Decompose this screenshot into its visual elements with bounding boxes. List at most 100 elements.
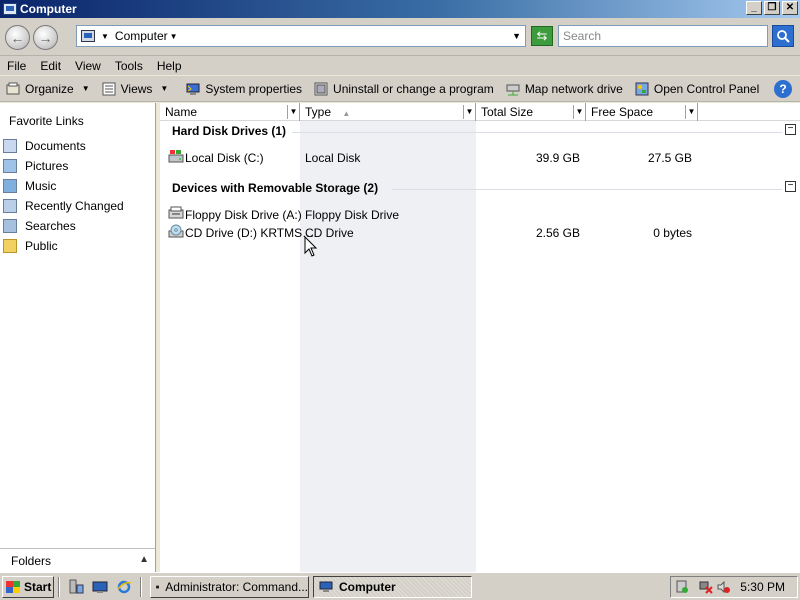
column-header-free-space[interactable]: Free Space ▼ [586,103,698,121]
system-properties-icon [186,83,200,95]
security-shield-icon[interactable] [675,580,689,594]
favorite-link-recently-changed[interactable]: Recently Changed [3,196,124,216]
menu-help[interactable]: Help [150,59,189,73]
open-control-panel-button[interactable]: Open Control Panel [629,78,765,100]
network-drive-icon [506,84,520,95]
map-network-drive-button[interactable]: Map network drive [500,78,629,100]
back-button[interactable]: ← [5,25,30,50]
group-header-removable-storage[interactable]: Devices with Removable Storage (2) [172,181,378,195]
column-header-name[interactable]: Name ▼ [160,103,300,121]
menu-tools[interactable]: Tools [108,59,150,73]
drive-row-local-disk-c[interactable]: Local Disk (C:) Local Disk 39.9 GB 27.5 … [160,149,800,167]
taskbar-button-command-prompt[interactable]: C:\ Administrator: Command... [150,575,309,598]
group-divider [392,189,782,190]
clock[interactable]: 5:30 PM [740,580,785,594]
favorite-link-documents[interactable]: Documents [3,136,124,156]
folders-toggle[interactable]: Folders ▲ [0,548,155,572]
command-prompt-icon: C:\ [156,584,160,588]
menu-view[interactable]: View [68,59,108,73]
taskbar-button-label: Computer [339,579,396,594]
drive-row-floppy-a[interactable]: Floppy Disk Drive (A:) Floppy Disk Drive [160,206,800,224]
documents-icon [3,139,17,153]
computer-icon [81,30,95,42]
search-button[interactable] [772,25,794,47]
internet-explorer-icon[interactable] [116,579,132,595]
favorite-link-searches[interactable]: Searches [3,216,124,236]
quick-launch-separator [140,576,142,597]
computer-icon [319,581,333,592]
drive-name: Floppy Disk Drive (A:) [185,208,302,222]
help-icon: ? [779,82,787,96]
forward-button[interactable]: → [33,25,58,50]
control-panel-label: Open Control Panel [653,81,760,96]
windows-logo-icon [6,580,20,593]
taskbar-button-label: Administrator: Command... [165,579,308,594]
views-button[interactable]: Views ▼ [96,78,175,100]
folders-label: Folders [11,553,52,568]
organize-button[interactable]: Organize ▼ [0,78,96,100]
uninstall-program-button[interactable]: Uninstall or change a program [308,78,500,100]
collapse-group-icon[interactable]: − [785,124,796,135]
favorite-link-music[interactable]: Music [3,176,124,196]
refresh-icon: ⇆ [536,28,548,43]
system-properties-button[interactable]: System properties [180,78,308,100]
search-input[interactable]: Search [558,25,768,47]
favorite-link-label: Public [25,239,58,253]
hard-disk-icon [168,150,184,163]
favorite-links-list: Documents Pictures Music Recently Change… [3,136,124,256]
recently-changed-icon [3,199,17,213]
address-bar[interactable]: ▼ Computer ▼ ▼ [76,25,526,47]
forward-arrow-icon: → [38,29,53,46]
column-filter-dropdown-icon[interactable]: ▼ [573,105,585,119]
address-dropdown-icon[interactable]: ▼ [512,31,521,41]
show-desktop-icon[interactable] [92,579,108,595]
title-bar[interactable]: Computer _ ❐ ✕ [0,0,800,18]
sort-ascending-icon: ▲ [342,109,351,118]
music-icon [3,179,17,193]
volume-muted-icon[interactable] [717,580,731,594]
menu-edit[interactable]: Edit [33,59,68,73]
organize-label: Organize [25,81,74,96]
taskbar: Start C:\ Administrator: Command... Comp… [0,572,800,600]
server-manager-icon[interactable] [68,579,84,595]
drive-free-space: 0 bytes [653,226,692,240]
file-list-pane[interactable]: Name ▼ Type ▲ ▼ Total Size ▼ Free Space … [160,103,800,572]
column-header-type[interactable]: Type ▲ ▼ [300,103,476,121]
column-filter-dropdown-icon[interactable]: ▼ [287,105,299,119]
favorite-link-label: Searches [25,219,76,233]
drive-total-size: 2.56 GB [535,226,580,240]
drive-type: Floppy Disk Drive [305,208,400,222]
start-label: Start [24,579,52,594]
search-icon [777,30,790,43]
views-icon [102,82,116,95]
chevron-down-icon: ▼ [160,84,169,93]
drive-row-cd-d[interactable]: CD Drive (D:) KRTMS… CD Drive 2.56 GB 0 … [160,224,800,242]
favorite-links-heading: Favorite Links [9,114,84,128]
minimize-button[interactable]: _ [746,1,762,15]
breadcrumb-computer[interactable]: Computer [115,29,168,43]
drive-free-space: 27.5 GB [647,151,692,165]
breadcrumb-arrow-icon[interactable]: ▼ [170,32,178,41]
column-filter-dropdown-icon[interactable]: ▼ [685,105,697,119]
favorite-link-label: Recently Changed [25,199,124,213]
chevron-up-icon[interactable]: ▲ [139,554,149,565]
column-filter-dropdown-icon[interactable]: ▼ [463,105,475,119]
computer-icon [3,3,17,15]
group-header-hard-disk-drives[interactable]: Hard Disk Drives (1) [172,124,286,138]
menu-file[interactable]: File [0,59,33,73]
refresh-button[interactable]: ⇆ [531,26,553,46]
collapse-group-icon[interactable]: − [785,181,796,192]
restore-button[interactable]: ❐ [764,1,780,15]
back-arrow-icon: ← [10,29,25,46]
favorite-link-public[interactable]: Public [3,236,124,256]
close-button[interactable]: ✕ [782,1,798,15]
favorite-link-pictures[interactable]: Pictures [3,156,124,176]
network-disconnected-icon[interactable] [699,580,713,594]
column-header-total-size[interactable]: Total Size ▼ [476,103,586,121]
floppy-drive-icon [168,206,184,219]
breadcrumb-arrow-icon[interactable]: ▼ [101,32,109,41]
column-header-label: Free Space [591,105,654,119]
help-button[interactable]: ? [774,80,792,98]
start-button[interactable]: Start [2,575,54,598]
taskbar-button-computer[interactable]: Computer [313,575,472,598]
